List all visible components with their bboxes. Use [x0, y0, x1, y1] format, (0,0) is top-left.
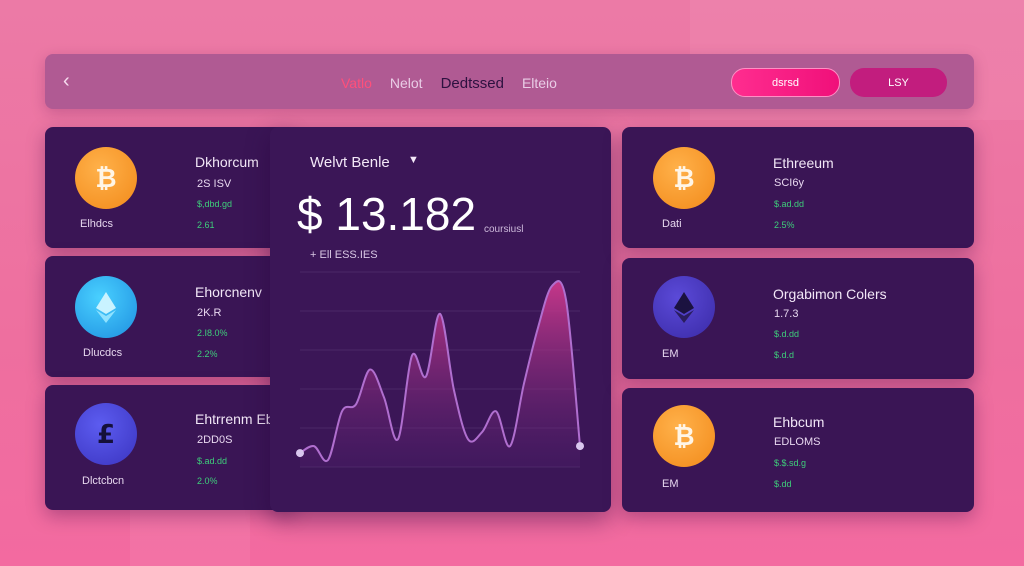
- coin-change-percent: 2.0%: [197, 476, 218, 486]
- coin-card[interactable]: £ Dlctcbcn Ehtrrenm Eb 2DD0S $.ad.dd 2.0…: [45, 385, 295, 510]
- coin-label: Dati: [662, 218, 682, 230]
- coin-card[interactable]: ₿ EM Ehbcum EDLOMS $.$.sd.g $.dd: [622, 388, 974, 512]
- bitcoin-icon: ₿: [653, 147, 715, 209]
- coin-change-percent: $.d.d: [774, 350, 795, 360]
- secondary-button[interactable]: LSY: [850, 68, 947, 97]
- coin-change: 2.I8.0%: [197, 328, 228, 338]
- coin-name: Ethreeum: [773, 155, 834, 171]
- bitcoin-icon: ₿: [653, 405, 715, 467]
- chart-start-point: [296, 449, 304, 458]
- balance-sub-label: coursiusl: [484, 224, 524, 235]
- balance-chart: [296, 271, 584, 468]
- coin-card[interactable]: EM Orgabimon Colers 1.7.3 $.d.dd $.d.d: [622, 258, 974, 379]
- coin-change: $.ad.dd: [197, 456, 228, 466]
- chart-area: [300, 281, 580, 467]
- coin-value: SCI6y: [774, 177, 804, 189]
- coin-value: 2DD0S: [197, 434, 233, 446]
- coin-change: $.ad.dd: [774, 199, 805, 209]
- nav-tab-1[interactable]: Vatlo: [341, 75, 372, 92]
- bg-block: [130, 510, 250, 566]
- euro-coin-icon: £: [75, 403, 137, 465]
- svg-text:₿: ₿: [673, 422, 694, 452]
- coin-label: Dlucdcs: [83, 347, 123, 359]
- coin-name: Dkhorcum: [195, 154, 259, 170]
- chart-end-point: [576, 442, 584, 451]
- wallet-balance: $ 13.182: [297, 188, 477, 240]
- ethereum-icon: [653, 276, 715, 338]
- wallet-title: Welvt Benle: [310, 154, 390, 171]
- coin-value: 1.7.3: [774, 308, 799, 320]
- ethereum-icon: [75, 276, 137, 338]
- top-navigation-bar: ‹ Vatlo Nelot Dedtssed Elteio dsrsd LSY: [45, 54, 974, 109]
- wallet-panel: Welvt Benle ▼ $ 13.182 coursiusl + Ell E…: [270, 127, 611, 512]
- coin-label: Elhdcs: [80, 218, 114, 230]
- primary-button[interactable]: dsrsd: [731, 68, 840, 97]
- coin-value: EDLOMS: [774, 436, 821, 448]
- svg-text:₿: ₿: [673, 164, 694, 194]
- coin-label: Dlctcbcn: [82, 475, 125, 487]
- coin-label: EM: [662, 348, 679, 360]
- svg-text:£: £: [97, 420, 115, 450]
- coin-label: EM: [662, 478, 679, 490]
- coin-change-percent: 2.5%: [774, 220, 795, 230]
- svg-text:₿: ₿: [95, 164, 116, 194]
- nav-tab-2[interactable]: Nelot: [390, 75, 423, 92]
- coin-name: Orgabimon Colers: [773, 286, 887, 302]
- coin-change: $,dbd.gd: [197, 199, 233, 209]
- coin-change: $.d.dd: [774, 329, 800, 339]
- coin-value: 2S ISV: [197, 178, 232, 190]
- coin-card[interactable]: ₿ Elhdcs Dkhorcum 2S ISV $,dbd.gd 2.61: [45, 127, 295, 248]
- coin-card[interactable]: ₿ Dati Ethreeum SCI6y $.ad.dd 2.5%: [622, 127, 974, 248]
- nav-tab-3[interactable]: Dedtssed: [441, 75, 504, 92]
- coin-name: Ehbcum: [773, 414, 825, 430]
- caret-down-icon[interactable]: ▼: [408, 154, 419, 166]
- coin-change: $.$.sd.g: [774, 458, 807, 468]
- coin-card[interactable]: Dlucdcs Ehorcnenv 2K.R 2.I8.0% 2.2%: [45, 256, 295, 377]
- nav-tabs: Vatlo Nelot Dedtssed Elteio: [341, 75, 557, 92]
- chevron-left-icon[interactable]: ‹: [63, 71, 83, 91]
- coin-name: Ehorcnenv: [195, 284, 262, 300]
- coin-value: 2K.R: [197, 307, 222, 319]
- coin-change-percent: 2.2%: [197, 349, 218, 359]
- bitcoin-icon: ₿: [75, 147, 137, 209]
- coin-change-percent: $.dd: [774, 479, 792, 489]
- coin-name: Ehtrrenm Eb: [195, 411, 274, 427]
- nav-tab-4[interactable]: Elteio: [522, 75, 557, 92]
- balance-change: + Ell ESS.IES: [310, 249, 378, 261]
- coin-change-percent: 2.61: [197, 220, 215, 230]
